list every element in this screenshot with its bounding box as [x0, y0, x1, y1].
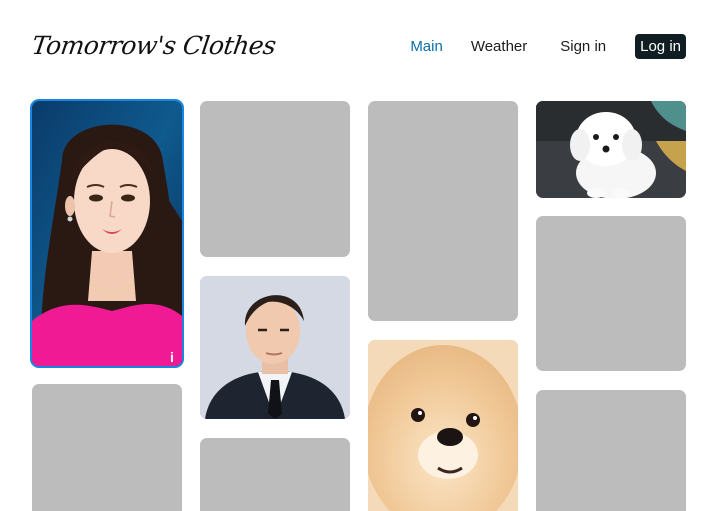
white-puppy-image [536, 101, 686, 198]
log-in-button[interactable]: Log in [635, 34, 686, 59]
gallery-card-woman-portrait[interactable]: i [32, 101, 182, 366]
nav-link-main[interactable]: Main [410, 34, 443, 59]
gallery-card-placeholder[interactable] [536, 216, 686, 371]
gallery-card-placeholder[interactable] [200, 101, 350, 257]
woman-portrait-image: i [32, 101, 182, 366]
man-in-suit-image [200, 276, 350, 419]
gallery-card-placeholder[interactable] [200, 438, 350, 511]
page: Tomorrow's Clothes Main Weather Sign in … [0, 0, 718, 511]
gallery-card-pomeranian-dog[interactable] [368, 340, 518, 511]
site-logo[interactable]: Tomorrow's Clothes [29, 26, 278, 66]
gallery-card-white-puppy[interactable] [536, 101, 686, 198]
pomeranian-dog-image [368, 340, 518, 511]
nav-link-sign-in[interactable]: Sign in [560, 34, 606, 59]
gallery-card-placeholder[interactable] [536, 390, 686, 511]
top-nav: Main Weather Sign in Log in [410, 34, 686, 59]
nav-link-weather[interactable]: Weather [471, 34, 527, 59]
gallery-card-placeholder[interactable] [32, 384, 182, 511]
svg-text:i: i [170, 349, 174, 365]
gallery-card-placeholder[interactable] [368, 101, 518, 321]
gallery-card-man-in-suit[interactable] [200, 276, 350, 419]
